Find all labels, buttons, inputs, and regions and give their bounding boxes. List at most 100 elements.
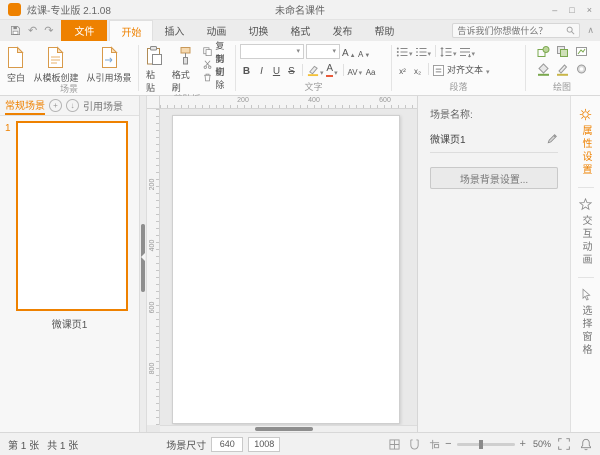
tab-transition[interactable]: 切换 xyxy=(237,20,279,41)
copy-icon xyxy=(203,47,212,56)
snap-icon[interactable] xyxy=(409,439,420,450)
bullets-button[interactable]: ▾ xyxy=(396,44,413,58)
save-icon[interactable] xyxy=(10,25,21,36)
fill-color-icon[interactable] xyxy=(537,63,550,76)
line-spacing-button[interactable]: ▾ xyxy=(440,44,457,58)
zoom-slider-thumb[interactable] xyxy=(479,440,483,449)
scene-name-value[interactable]: 微课页1 xyxy=(430,131,466,146)
from-reference-label: 从引用场景 xyxy=(87,71,132,84)
tab-reference-scenes[interactable]: 引用场景 xyxy=(83,98,123,113)
change-case-button[interactable]: Aa xyxy=(364,63,377,77)
ribbon: 空白 从模板创建 从引用场景 场景 粘贴 xyxy=(0,41,600,96)
font-family-select[interactable]: ▾ xyxy=(240,44,304,59)
scene-width-field[interactable]: 640 xyxy=(211,437,243,452)
bold-button[interactable]: B xyxy=(240,63,253,77)
scissors-icon xyxy=(203,60,212,69)
tab-insert[interactable]: 插入 xyxy=(153,20,195,41)
ribbon-group-paragraph: ▾ ▾ ▾ xyxy=(392,41,525,95)
collapse-panel-arrow-icon[interactable] xyxy=(141,253,145,261)
superscript-button[interactable]: x² xyxy=(396,62,409,76)
underline-button[interactable]: U xyxy=(270,63,283,77)
tab-home[interactable]: 开始 xyxy=(109,20,153,41)
arrange-icon[interactable] xyxy=(556,45,569,58)
highlight-color-button[interactable]: ▾ xyxy=(307,63,324,77)
tab-format[interactable]: 格式 xyxy=(279,20,321,41)
font-color-button[interactable]: A ▾ xyxy=(326,63,339,77)
char-spacing-button[interactable]: AV ▾ xyxy=(348,63,363,77)
grow-font-button[interactable]: A ▲ xyxy=(342,45,356,59)
add-scene-icon[interactable]: + xyxy=(49,99,62,112)
dropdown-arrow-icon: ▾ xyxy=(472,51,476,58)
tab-publish[interactable]: 发布 xyxy=(321,20,363,41)
horizontal-ruler: 200 400 600 xyxy=(160,96,417,109)
edit-pencil-icon[interactable] xyxy=(547,133,558,144)
dropdown-arrow-icon: ▾ xyxy=(486,69,490,76)
delete-button[interactable]: 删除 xyxy=(203,72,233,83)
paste-label: 粘贴 xyxy=(146,68,164,94)
insert-shape-icon[interactable] xyxy=(537,45,550,58)
search-input[interactable] xyxy=(457,26,563,36)
tab-selection-pane[interactable]: 选择窗格 xyxy=(578,288,593,357)
slide-number: 1 xyxy=(5,123,11,134)
close-button[interactable]: × xyxy=(587,5,592,15)
font-size-select[interactable]: ▾ xyxy=(306,44,340,59)
shape-effects-icon[interactable] xyxy=(575,63,588,76)
paste-button[interactable]: 粘贴 xyxy=(143,44,167,94)
notification-bell-icon[interactable] xyxy=(580,438,592,451)
tab-property-settings[interactable]: 属性设置 xyxy=(578,108,593,177)
blank-scene-button[interactable]: 空白 xyxy=(3,44,28,84)
zoom-out-button[interactable]: − xyxy=(445,438,451,450)
horizontal-scrollbar-thumb[interactable] xyxy=(255,427,313,431)
from-template-button[interactable]: 从模板创建 xyxy=(30,44,81,84)
blank-scene-label: 空白 xyxy=(7,71,25,84)
gear-icon xyxy=(579,108,592,121)
text-direction-button[interactable]: ▾ xyxy=(459,44,476,58)
horizontal-scrollbar[interactable] xyxy=(160,425,417,432)
numbering-button[interactable]: ▾ xyxy=(415,44,432,58)
scene-size-label: 场景尺寸 xyxy=(166,437,206,452)
undo-icon[interactable]: ↶ xyxy=(28,24,37,37)
shrink-font-button[interactable]: A ▼ xyxy=(358,45,371,59)
italic-button[interactable]: I xyxy=(255,63,268,77)
strip-divider xyxy=(578,277,594,278)
outline-color-icon[interactable] xyxy=(556,63,569,76)
fit-to-window-icon[interactable] xyxy=(558,438,570,450)
tab-regular-scenes[interactable]: 常规场景 xyxy=(5,96,45,115)
redo-icon[interactable]: ↷ xyxy=(44,24,53,37)
toolbar-divider xyxy=(302,64,303,76)
dropdown-arrow-icon: ▾ xyxy=(409,51,413,58)
tab-help[interactable]: 帮助 xyxy=(363,20,405,41)
from-template-label: 从模板创建 xyxy=(33,71,78,84)
align-text-button[interactable]: 对齐文本 ▾ xyxy=(433,62,490,76)
canvas-page[interactable] xyxy=(172,115,400,424)
ruler-mark: 200 xyxy=(237,97,249,104)
quick-style-icon[interactable] xyxy=(575,45,588,58)
search-box[interactable] xyxy=(452,23,580,38)
text-direction-icon xyxy=(459,46,471,58)
panel-splitter[interactable] xyxy=(140,96,147,432)
zoom-slider[interactable] xyxy=(457,443,515,446)
scene-height-field[interactable]: 1008 xyxy=(248,437,280,452)
font-color-icon: A xyxy=(326,64,333,77)
ruler-mark: 800 xyxy=(149,362,156,375)
ruler-mark: 400 xyxy=(308,97,320,104)
zoom-in-button[interactable]: + xyxy=(520,438,526,450)
scene-group-label: 场景 xyxy=(0,84,138,95)
format-painter-button[interactable]: 格式刷 xyxy=(169,44,202,94)
minimize-button[interactable]: – xyxy=(552,5,557,15)
scene-background-button[interactable]: 场景背景设置... xyxy=(430,167,558,189)
toolbar-divider xyxy=(343,64,344,76)
from-reference-button[interactable]: 从引用场景 xyxy=(84,44,135,84)
tab-file[interactable]: 文件 xyxy=(61,20,107,41)
tab-interactive-animation[interactable]: 交互动画 xyxy=(578,198,593,267)
strikethrough-button[interactable]: S xyxy=(285,63,298,77)
slide-thumbnail[interactable] xyxy=(16,121,128,311)
guides-icon[interactable] xyxy=(429,439,440,450)
maximize-button[interactable]: □ xyxy=(569,5,574,15)
ruler-corner xyxy=(147,96,160,109)
grid-icon[interactable] xyxy=(389,439,400,450)
ruler-mark: 600 xyxy=(379,97,391,104)
collapse-ribbon-icon[interactable]: ∧ xyxy=(587,25,594,36)
import-scene-icon[interactable]: ↓ xyxy=(66,99,79,112)
subscript-button[interactable]: x₂ xyxy=(411,62,424,76)
